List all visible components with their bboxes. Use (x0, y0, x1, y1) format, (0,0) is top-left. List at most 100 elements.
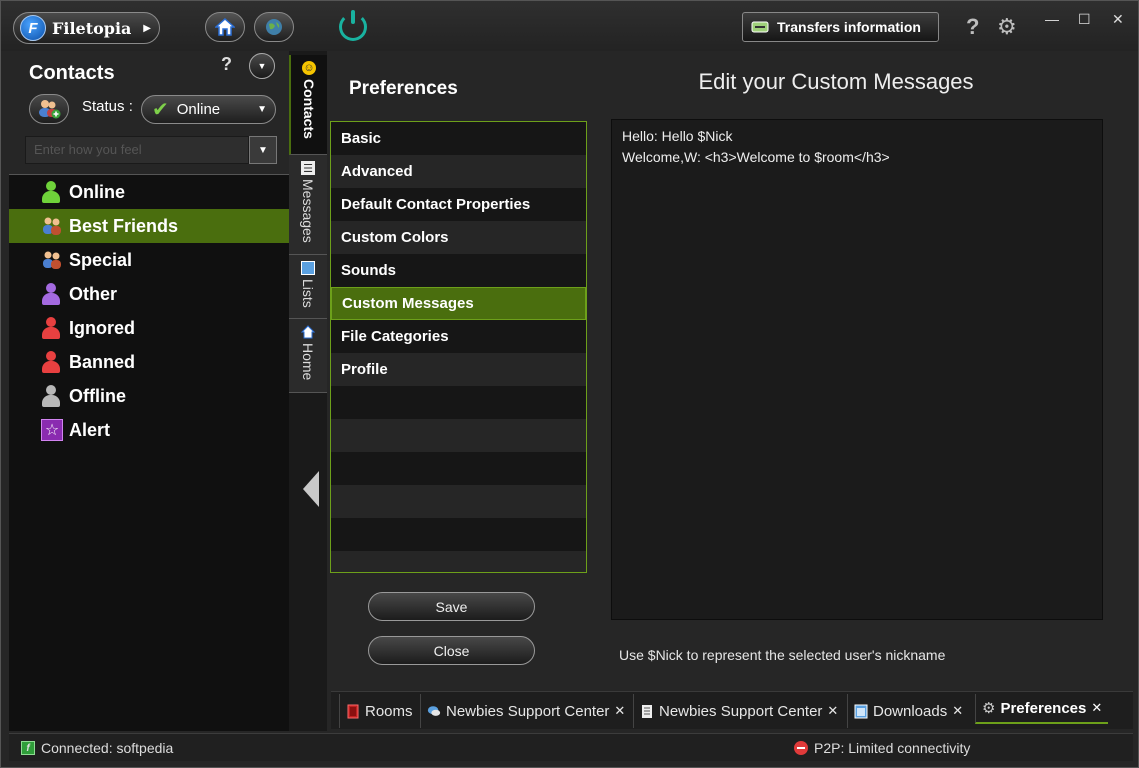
connection-text: Connected: softpedia (41, 740, 174, 756)
pref-item-default-contact-properties[interactable]: Default Contact Properties (331, 188, 586, 221)
tab-lists-label: Lists (300, 279, 316, 308)
pref-item-file-categories[interactable]: File Categories (331, 320, 586, 353)
checkmark-icon: ✔ (152, 99, 169, 121)
app-name: Filetopia (52, 18, 132, 38)
chevron-down-icon: ▼ (258, 144, 268, 156)
contact-group-alert[interactable]: ☆ Alert (9, 413, 289, 447)
contacts-options-button[interactable]: ▼ (249, 53, 275, 79)
transfers-label: Transfers information (777, 19, 921, 35)
p2p-text: P2P: Limited connectivity (814, 740, 971, 756)
tab-newbies-support-chat[interactable]: Newbies Support Center ✕ (420, 694, 631, 728)
connection-status: f Connected: softpedia (21, 740, 173, 756)
pref-item-profile[interactable]: Profile (331, 353, 586, 386)
filetopia-logo-icon: F (20, 15, 46, 41)
tab-label: Newbies Support Center (446, 702, 610, 720)
pref-empty-row (331, 518, 586, 551)
home-icon (215, 18, 235, 36)
contact-group-banned[interactable]: Banned (9, 345, 289, 379)
tab-downloads[interactable]: Downloads ✕ (847, 694, 969, 728)
close-icon[interactable]: ✕ (1112, 11, 1124, 28)
preferences-title: Preferences (349, 78, 458, 99)
contact-group-ignored[interactable]: Ignored (9, 311, 289, 345)
maximize-icon[interactable]: ☐ (1078, 11, 1091, 28)
preferences-list: Basic Advanced Default Contact Properties C… (330, 121, 587, 573)
bottom-tab-bar: Rooms Newbies Support Center ✕ Newbies S… (331, 691, 1133, 729)
transfers-icon (751, 21, 769, 33)
gear-icon: ⚙ (982, 700, 996, 717)
contact-group-label: Alert (69, 419, 111, 440)
document-icon (642, 704, 652, 718)
add-contact-button[interactable] (29, 94, 69, 124)
preferences-main: Preferences Basic Advanced Default Contact… (327, 51, 1135, 691)
transfers-information-button[interactable]: Transfers information (742, 12, 939, 42)
contact-groups-list: Online Best Friends Special Other Ignored Ban… (9, 174, 289, 731)
globe-button[interactable] (254, 12, 294, 42)
purple-person-icon (41, 283, 61, 305)
p2p-status: P2P: Limited connectivity (794, 740, 970, 756)
tab-messages[interactable]: ☰ Messages (289, 155, 327, 255)
pref-item-advanced[interactable]: Advanced (331, 155, 586, 188)
contact-group-offline[interactable]: Offline (9, 379, 289, 413)
tab-home[interactable]: Home (289, 319, 327, 393)
contact-group-label: Other (69, 283, 118, 304)
no-entry-icon (794, 741, 808, 755)
lists-icon (301, 261, 315, 275)
play-arrow-icon: ▶ (143, 22, 151, 34)
tab-lists[interactable]: Lists (289, 255, 327, 319)
close-tab-icon[interactable]: ✕ (827, 703, 838, 719)
status-label: Status : (82, 98, 133, 115)
pref-empty-row (331, 551, 586, 572)
minimize-icon[interactable]: — (1045, 11, 1059, 27)
rooms-icon (347, 704, 359, 718)
globe-icon (266, 19, 282, 35)
contact-group-label: Ignored (69, 317, 135, 338)
contact-group-other[interactable]: Other (9, 277, 289, 311)
contact-group-special[interactable]: Special (9, 243, 289, 277)
nickname-hint: Use $Nick to represent the selected user… (619, 647, 946, 663)
collapse-panel-arrow-icon[interactable] (303, 471, 319, 507)
contact-group-label: Special (69, 249, 133, 270)
chat-icon (427, 705, 441, 716)
close-tab-icon[interactable]: ✕ (614, 703, 625, 719)
contact-group-label: Offline (69, 385, 126, 406)
tab-rooms[interactable]: Rooms (339, 694, 419, 728)
pref-item-custom-colors[interactable]: Custom Colors (331, 221, 586, 254)
contact-group-label: Best Friends (69, 215, 179, 236)
vertical-tab-bar: ☺ Contacts ☰ Messages Lists Home (289, 51, 327, 731)
tab-contacts-label: Contacts (301, 79, 317, 139)
gear-icon[interactable]: ⚙ (997, 14, 1017, 40)
contact-group-label: Online (69, 181, 126, 202)
pref-empty-row (331, 452, 586, 485)
close-tab-icon[interactable]: ✕ (952, 703, 963, 719)
tab-label: Newbies Support Center (659, 702, 823, 720)
tab-contacts[interactable]: ☺ Contacts (289, 55, 327, 155)
pref-item-custom-messages[interactable]: Custom Messages (331, 287, 586, 320)
feeling-dropdown-button[interactable]: ▼ (249, 136, 277, 164)
save-button[interactable]: Save (368, 592, 535, 621)
app-menu-button[interactable]: F Filetopia ▶ (13, 12, 160, 44)
tab-newbies-support-document[interactable]: Newbies Support Center ✕ (633, 694, 844, 728)
contacts-title: Contacts (29, 62, 115, 84)
tab-preferences[interactable]: ⚙ Preferences ✕ (975, 694, 1109, 724)
gray-person-icon (41, 385, 61, 407)
power-icon[interactable] (339, 10, 367, 41)
feeling-input[interactable]: Enter how you feel (25, 136, 249, 164)
pref-item-sounds[interactable]: Sounds (331, 254, 586, 287)
contact-group-online[interactable]: Online (9, 175, 289, 209)
status-dropdown[interactable]: ✔ Online ▼ (141, 95, 276, 124)
custom-messages-textarea[interactable]: Hello: Hello $Nick Welcome,W: <h3>Welcom… (611, 119, 1103, 620)
help-icon[interactable]: ? (966, 14, 979, 40)
chevron-down-icon: ▼ (257, 104, 267, 115)
close-tab-icon[interactable]: ✕ (1091, 700, 1102, 716)
pref-item-basic[interactable]: Basic (331, 122, 586, 155)
home-button[interactable] (205, 12, 245, 42)
red-person-icon (41, 351, 61, 373)
star-icon: ☆ (41, 419, 63, 441)
group-icon (43, 217, 61, 235)
messages-icon: ☰ (301, 161, 315, 175)
contact-group-best-friends[interactable]: Best Friends (9, 209, 289, 243)
contacts-help-icon[interactable]: ? (221, 54, 232, 75)
title-bar: F Filetopia ▶ Transfers information ? ⚙ … (1, 1, 1138, 51)
close-button[interactable]: Close (368, 636, 535, 665)
app-window: F Filetopia ▶ Transfers information ? ⚙ … (0, 0, 1139, 768)
